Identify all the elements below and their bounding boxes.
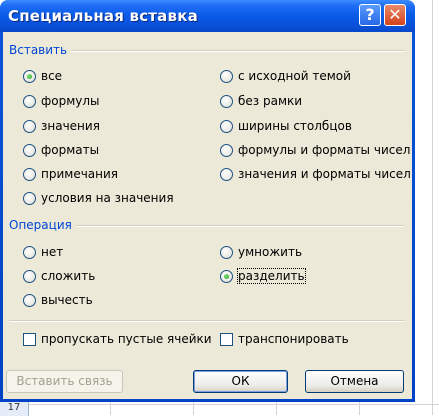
- close-button[interactable]: ✕: [384, 4, 406, 26]
- cancel-button[interactable]: Отмена: [305, 370, 404, 393]
- radio-circle[interactable]: [23, 69, 36, 83]
- radio-paste-values[interactable]: значения: [23, 119, 100, 133]
- radio-paste-values-number-formats[interactable]: значения и форматы чисел: [220, 167, 411, 181]
- radio-circle[interactable]: [23, 167, 36, 181]
- radio-op-multiply[interactable]: умножить: [220, 245, 302, 259]
- radio-circle[interactable]: [220, 119, 233, 133]
- radio-circle[interactable]: [23, 293, 36, 307]
- paste-link-button[interactable]: Вставить связь: [6, 370, 123, 393]
- radio-label: сложить: [41, 269, 96, 283]
- radio-paste-no-borders[interactable]: без рамки: [220, 94, 302, 108]
- radio-circle[interactable]: [220, 143, 233, 157]
- paste-group-label: Вставить: [9, 43, 72, 57]
- paste-special-dialog: Специальная вставка ? ✕ Вставить все фор…: [0, 0, 415, 402]
- radio-paste-column-widths[interactable]: ширины столбцов: [220, 119, 352, 133]
- checkbox-skip-blanks[interactable]: пропускать пустые ячейки: [23, 332, 212, 346]
- radio-circle[interactable]: [220, 69, 233, 83]
- radio-label: вычесть: [41, 293, 93, 307]
- radio-label: без рамки: [238, 94, 303, 108]
- radio-label: разделить: [237, 268, 306, 284]
- radio-label: формулы: [41, 94, 100, 108]
- separator-line: [9, 320, 404, 322]
- radio-label: значения: [41, 119, 100, 133]
- radio-label: нет: [41, 245, 64, 259]
- radio-op-none[interactable]: нет: [23, 245, 63, 259]
- radio-paste-formats[interactable]: форматы: [23, 143, 99, 157]
- radio-circle[interactable]: [23, 269, 36, 283]
- radio-op-divide[interactable]: разделить: [220, 268, 306, 284]
- radio-circle[interactable]: [23, 245, 36, 259]
- radio-paste-validation[interactable]: условия на значения: [23, 191, 174, 205]
- dialog-body: Вставить все формулы значения форматы пр…: [3, 32, 412, 399]
- radio-circle[interactable]: [220, 269, 233, 283]
- operation-group-label: Операция: [9, 218, 76, 232]
- checkbox-box[interactable]: [23, 332, 36, 346]
- radio-circle[interactable]: [23, 119, 36, 133]
- window-title: Специальная вставка: [8, 7, 198, 25]
- radio-label: с исходной темой: [238, 69, 351, 83]
- radio-paste-formulas-number-formats[interactable]: формулы и форматы чисел: [220, 143, 410, 157]
- radio-label: все: [41, 69, 63, 83]
- radio-label: форматы: [41, 143, 100, 157]
- operation-group-line: [75, 225, 404, 227]
- radio-circle[interactable]: [23, 94, 36, 108]
- checkbox-transpose[interactable]: транспонировать: [220, 332, 349, 346]
- checkbox-label: транспонировать: [238, 332, 349, 346]
- radio-label: примечания: [41, 167, 119, 181]
- paste-group-line: [71, 50, 404, 52]
- checkbox-label: пропускать пустые ячейки: [41, 332, 212, 346]
- radio-circle[interactable]: [23, 191, 36, 205]
- ok-button[interactable]: ОК: [193, 370, 288, 393]
- radio-op-subtract[interactable]: вычесть: [23, 293, 93, 307]
- checkbox-box[interactable]: [220, 332, 233, 346]
- radio-label: значения и форматы чисел: [238, 167, 411, 181]
- radio-label: условия на значения: [41, 191, 174, 205]
- radio-label: ширины столбцов: [238, 119, 352, 133]
- radio-paste-formulas[interactable]: формулы: [23, 94, 100, 108]
- radio-circle[interactable]: [220, 94, 233, 108]
- radio-circle[interactable]: [220, 245, 233, 259]
- radio-paste-source-theme[interactable]: с исходной темой: [220, 69, 351, 83]
- radio-label: формулы и форматы чисел: [238, 143, 411, 157]
- radio-paste-all[interactable]: все: [23, 69, 62, 83]
- help-button[interactable]: ?: [359, 4, 381, 26]
- radio-label: умножить: [238, 245, 303, 259]
- title-bar[interactable]: Специальная вставка ? ✕: [0, 0, 415, 32]
- radio-paste-comments[interactable]: примечания: [23, 167, 118, 181]
- radio-circle[interactable]: [220, 167, 233, 181]
- radio-op-add[interactable]: сложить: [23, 269, 95, 283]
- radio-circle[interactable]: [23, 143, 36, 157]
